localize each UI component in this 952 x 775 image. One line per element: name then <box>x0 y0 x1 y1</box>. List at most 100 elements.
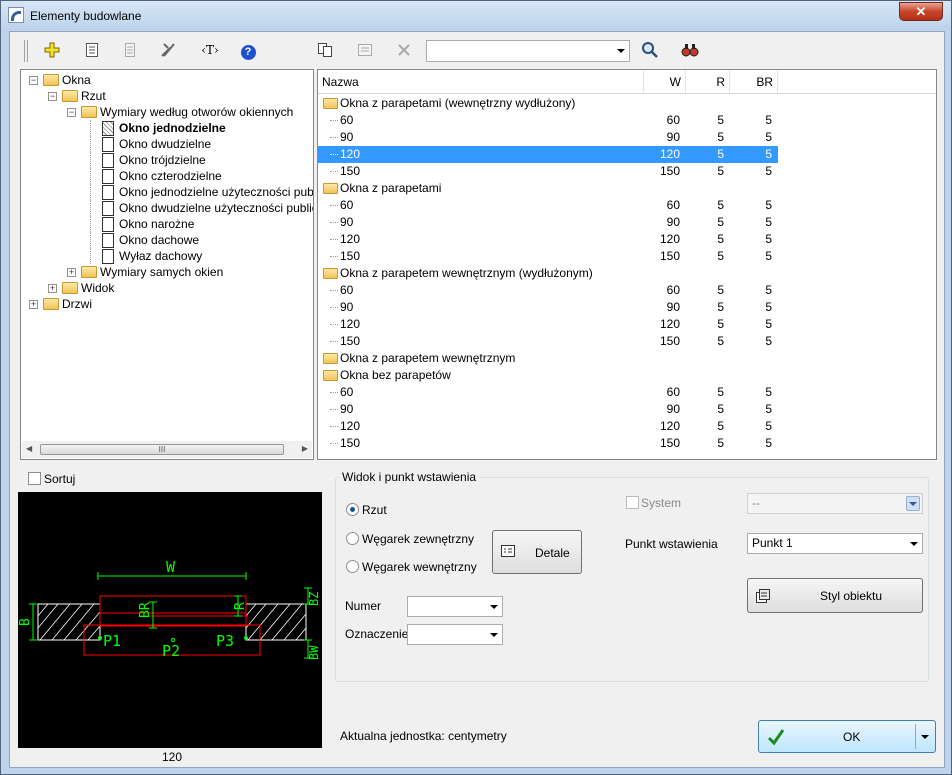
tree-expander[interactable]: + <box>67 268 76 277</box>
cell-w: 150 <box>659 249 680 263</box>
tree-horizontal-scrollbar[interactable]: ◀ III ▶ <box>22 441 312 458</box>
text-tool-icon[interactable]: ‹T› <box>196 38 224 62</box>
insert-point-combo[interactable]: Punkt 1 <box>747 533 923 554</box>
column-header-br[interactable]: BR <box>730 70 778 94</box>
list-item-row[interactable]: 150 150 5 5 <box>318 333 778 350</box>
list-group-label: Okna z parapetami <box>340 181 442 195</box>
list-item-row[interactable]: 60 60 5 5 <box>318 197 778 214</box>
copy-icon[interactable] <box>313 38 337 62</box>
radio-rzut-label[interactable]: Rzut <box>362 503 387 517</box>
element-list[interactable]: Nazwa W R BR Okna z parapetami (wewnętrz… <box>317 69 937 460</box>
tree-node-label[interactable]: Okno dwudzielne <box>119 136 211 152</box>
toolbar-grip[interactable] <box>24 40 28 62</box>
point-label-p3: P3 <box>216 632 234 650</box>
cell-r: 5 <box>717 249 724 263</box>
radio-wegarek-zewnetrzny-label[interactable]: Węgarek zewnętrzny <box>362 532 474 546</box>
window-title: Elementy budowlane <box>30 9 142 23</box>
list-group-row[interactable]: Okna z parapetami <box>318 180 778 197</box>
help-icon[interactable]: ? <box>236 38 260 62</box>
list-group-row[interactable]: Okna z parapetem wewnętrznym (wydłużonym… <box>318 265 778 282</box>
cell-name: 60 <box>340 385 354 399</box>
window-drawing: W P1 P2 P3 B BR R BZ BW <box>18 558 321 660</box>
details-button[interactable]: Detale <box>492 530 582 574</box>
cell-w: 120 <box>659 419 680 433</box>
tree-node-label[interactable]: Okna <box>62 72 91 88</box>
title-bar[interactable]: Elementy budowlane ✕ <box>1 1 951 30</box>
tree-node-label[interactable]: Rzut <box>81 88 106 104</box>
system-checkbox <box>626 496 639 509</box>
folder-icon <box>62 90 78 102</box>
tree-node-label[interactable]: Widok <box>81 280 114 296</box>
tree-node-label[interactable]: Okno jednodzielne użyteczności publiczn <box>119 184 313 200</box>
list-item-row[interactable]: 60 60 5 5 <box>318 282 778 299</box>
tree-expander[interactable]: − <box>67 108 76 117</box>
list-item-row[interactable]: 120 120 5 5 <box>318 146 778 163</box>
system-value: -- <box>752 496 760 510</box>
list-item-row[interactable]: 120 120 5 5 <box>318 316 778 333</box>
radio-wegarek-wewnetrzny-label[interactable]: Węgarek wewnętrzny <box>362 560 477 574</box>
properties-icon[interactable] <box>80 38 104 62</box>
tree-node-label[interactable]: Okno dwudzielne użyteczności publiczne <box>119 200 313 216</box>
tree-node-label[interactable]: Wymiary według otworów okiennych <box>100 104 293 120</box>
search-combo[interactable] <box>426 40 630 62</box>
binoculars-icon[interactable] <box>678 38 702 62</box>
tree-node-label[interactable]: Okno jednodzielne <box>119 120 226 136</box>
list-group-row[interactable]: Okna z parapetem wewnętrznym <box>318 350 778 367</box>
list-group-row[interactable]: Okna z parapetami (wewnętrzny wydłużony) <box>318 95 778 112</box>
list-item-row[interactable]: 150 150 5 5 <box>318 163 778 180</box>
tree-node-label[interactable]: Okno narożne <box>119 216 194 232</box>
cell-r: 5 <box>717 436 724 450</box>
numer-combo[interactable] <box>407 596 503 617</box>
list-group-row[interactable]: Okna bez parapetów <box>318 367 778 384</box>
scrollbar-thumb[interactable]: III <box>40 444 284 455</box>
scroll-right-icon[interactable]: ▶ <box>302 444 308 453</box>
close-button[interactable]: ✕ <box>899 2 943 21</box>
tools-icon[interactable] <box>157 38 181 62</box>
radio-wegarek-wewnetrzny[interactable] <box>346 560 359 573</box>
tree-node-label[interactable]: Okno czterodzielne <box>119 168 222 184</box>
add-icon[interactable] <box>40 38 64 62</box>
category-tree[interactable]: − Okna − Rzut − Wymiary według otworów okienn… <box>20 69 314 460</box>
list-item-row[interactable]: 120 120 5 5 <box>318 418 778 435</box>
tree-expander[interactable]: − <box>48 92 57 101</box>
list-item-row[interactable]: 90 90 5 5 <box>318 214 778 231</box>
list-item-row[interactable]: 60 60 5 5 <box>318 112 778 129</box>
tree-expander[interactable]: + <box>29 300 38 309</box>
list-item-row[interactable]: 90 90 5 5 <box>318 129 778 146</box>
tree-expander[interactable]: + <box>48 284 57 293</box>
tree-node-label[interactable]: Drzwi <box>62 296 92 312</box>
tree-node-label[interactable]: Okno dachowe <box>119 232 199 248</box>
list-item-row[interactable]: 90 90 5 5 <box>318 299 778 316</box>
tree-node-label[interactable]: Okno trójdzielne <box>119 152 206 168</box>
column-header-w[interactable]: W <box>644 70 686 94</box>
list-item-row[interactable]: 150 150 5 5 <box>318 435 778 452</box>
sort-checkbox[interactable] <box>28 472 41 485</box>
radio-wegarek-zewnetrzny[interactable] <box>346 532 359 545</box>
search-icon[interactable] <box>638 38 662 62</box>
radio-rzut[interactable] <box>346 503 359 516</box>
cell-r: 5 <box>717 300 724 314</box>
ok-button[interactable]: OK <box>758 720 936 753</box>
object-style-button[interactable]: Styl obiektu <box>747 578 923 613</box>
list-item-row[interactable]: 120 120 5 5 <box>318 231 778 248</box>
tree-node-label[interactable]: Wyłaz dachowy <box>119 248 202 264</box>
list-item-row[interactable]: 150 150 5 5 <box>318 248 778 265</box>
list-item-row[interactable]: 60 60 5 5 <box>318 384 778 401</box>
chevron-down-icon[interactable] <box>921 734 929 739</box>
tree-node-label[interactable]: Wymiary samych okien <box>100 264 223 280</box>
tree-expander[interactable]: − <box>29 76 38 85</box>
scroll-left-icon[interactable]: ◀ <box>26 444 32 453</box>
list-group-label: Okna z parapetem wewnętrznym <box>340 351 516 365</box>
column-header-nazwa[interactable]: Nazwa <box>318 70 644 94</box>
cell-name: 150 <box>340 249 361 263</box>
cell-name: 150 <box>340 164 361 178</box>
chevron-down-icon <box>490 632 498 637</box>
list-group-label: Okna z parapetami (wewnętrzny wydłużony) <box>340 96 576 110</box>
oznaczenie-combo[interactable] <box>407 624 503 645</box>
details-button-label: Detale <box>535 546 570 560</box>
folder-icon <box>323 268 338 279</box>
list-item-row[interactable]: 90 90 5 5 <box>318 401 778 418</box>
column-header-r[interactable]: R <box>686 70 730 94</box>
document-icon <box>102 137 114 152</box>
tree-connector <box>90 152 91 168</box>
